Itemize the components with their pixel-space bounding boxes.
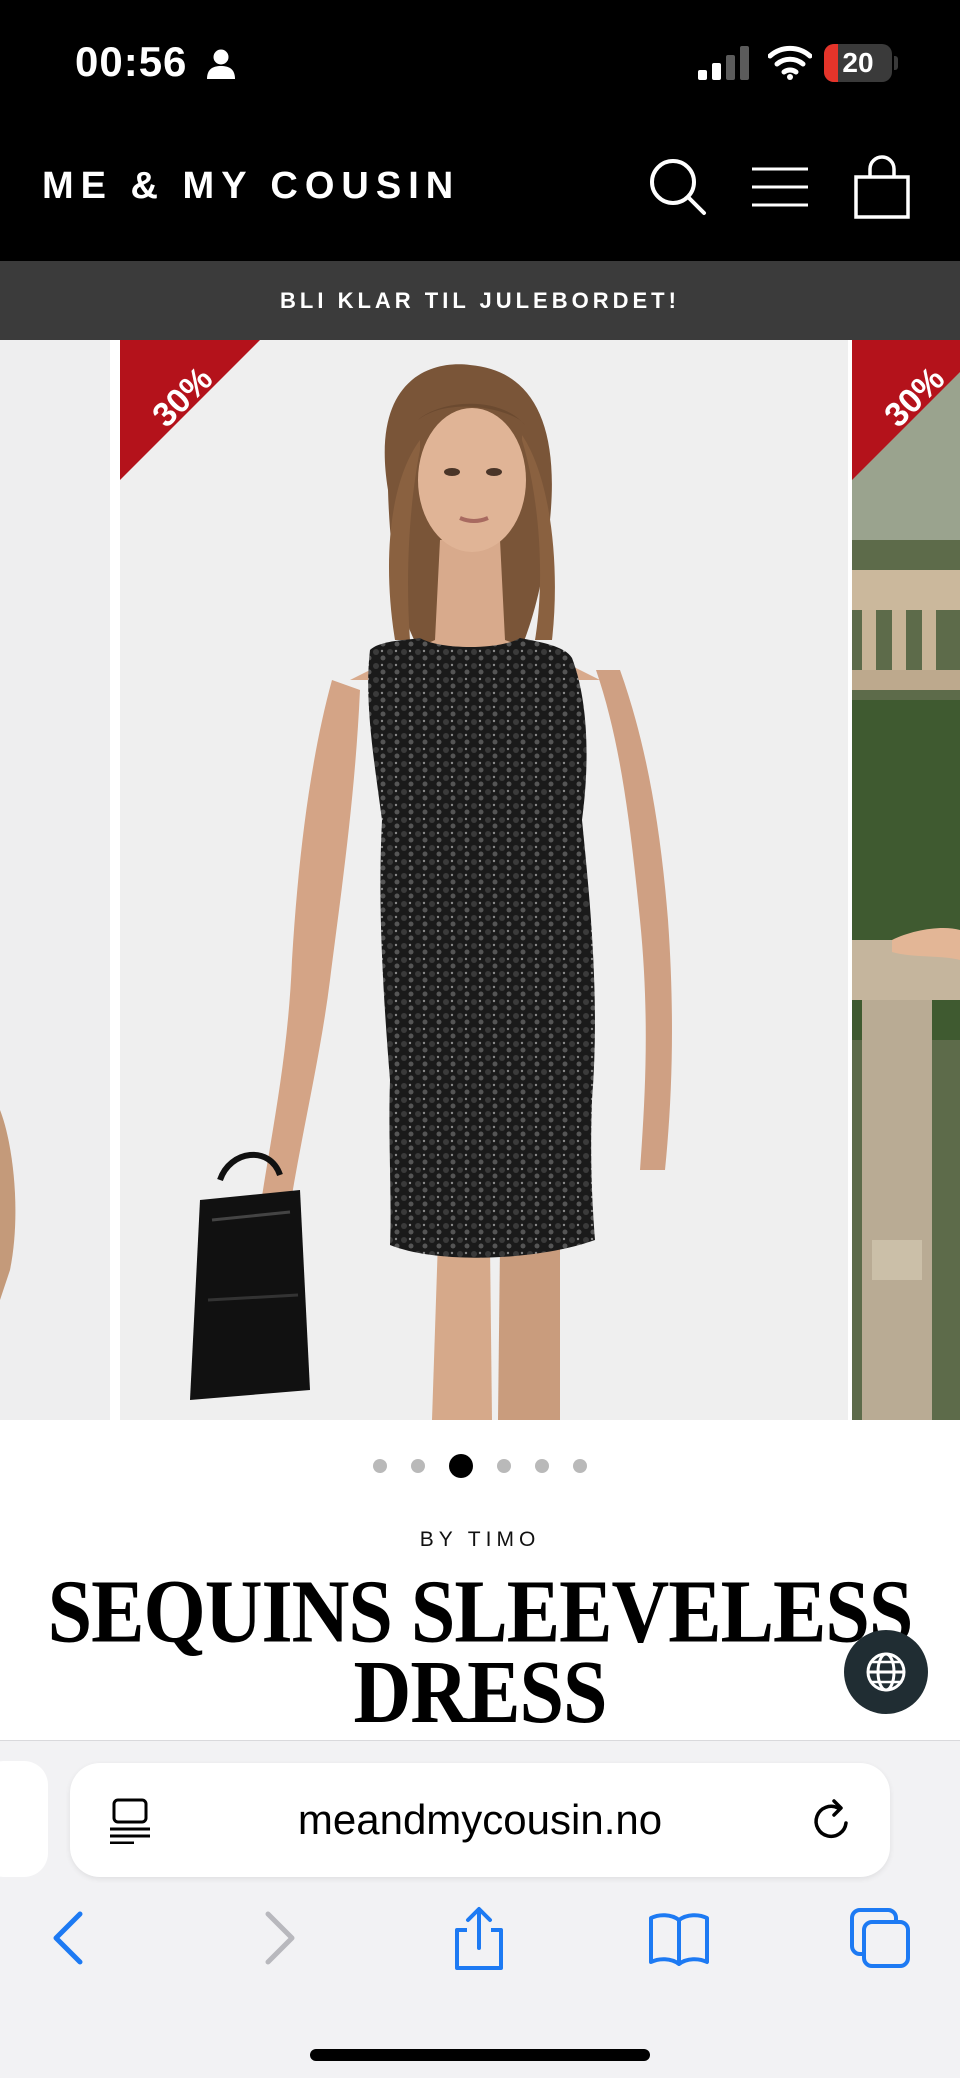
person-icon [207,49,235,79]
gallery-slide-previous[interactable] [0,340,110,1420]
product-image-gallery[interactable]: 30% 30% [0,340,960,1420]
address-bar[interactable]: meandmycousin.no [70,1763,890,1877]
wifi-icon [768,45,812,80]
product-vendor[interactable]: BY TIMO [0,1528,960,1552]
product-title-line-2: DRESS [353,1643,608,1743]
sequin-dress-product-image [190,364,672,1420]
sale-badge-next: 30% [852,340,960,480]
share-icon[interactable] [447,1906,511,1970]
pagination-dot[interactable] [373,1459,387,1473]
gallery-pagination [0,1454,960,1484]
search-icon[interactable] [646,155,710,219]
pagination-dot[interactable] [573,1459,587,1473]
sale-badge: 30% [120,340,260,480]
safari-toolbar: meandmycousin.no [0,1740,960,2078]
gallery-slide-current[interactable]: 30% [120,340,848,1420]
hamburger-menu-icon[interactable] [748,155,812,219]
forward-icon[interactable] [246,1906,310,1970]
battery-nub [894,56,898,70]
bookmarks-icon[interactable] [647,1906,711,1970]
home-indicator [310,2049,650,2061]
reload-icon[interactable] [808,1797,856,1845]
announcement-bar[interactable]: BLI KLAR TIL JULEBORDET! [0,261,960,340]
battery-icon: 20 [824,44,892,82]
reader-mode-icon[interactable] [108,1798,152,1844]
product-title: SEQUINS SLEEVELESS DRESS [40,1568,920,1738]
globe-icon [866,1652,906,1692]
status-time: 00:56 [75,38,188,85]
store-logo[interactable]: ME & MY COUSIN [42,165,460,208]
battery-level: 20 [842,47,874,78]
language-selector-button[interactable] [844,1630,928,1714]
status-bar: 00:56 20 [0,0,960,125]
site-header: ME & MY COUSIN [0,125,960,261]
shopping-bag-icon[interactable] [850,155,914,219]
pagination-dot[interactable] [497,1459,511,1473]
previous-product-image [0,1110,16,1300]
tabs-icon[interactable] [848,1906,912,1970]
url-text: meandmycousin.no [297,1796,663,1843]
cellular-signal-icon [698,46,749,80]
pagination-dot[interactable] [449,1454,473,1478]
next-product-image [852,340,960,1420]
back-icon[interactable] [38,1906,102,1970]
pagination-dot[interactable] [411,1459,425,1473]
gallery-slide-next[interactable]: 30% [852,340,960,1420]
previous-tab-preview[interactable] [0,1761,48,1877]
pagination-dot[interactable] [535,1459,549,1473]
announcement-text: BLI KLAR TIL JULEBORDET! [280,288,680,313]
